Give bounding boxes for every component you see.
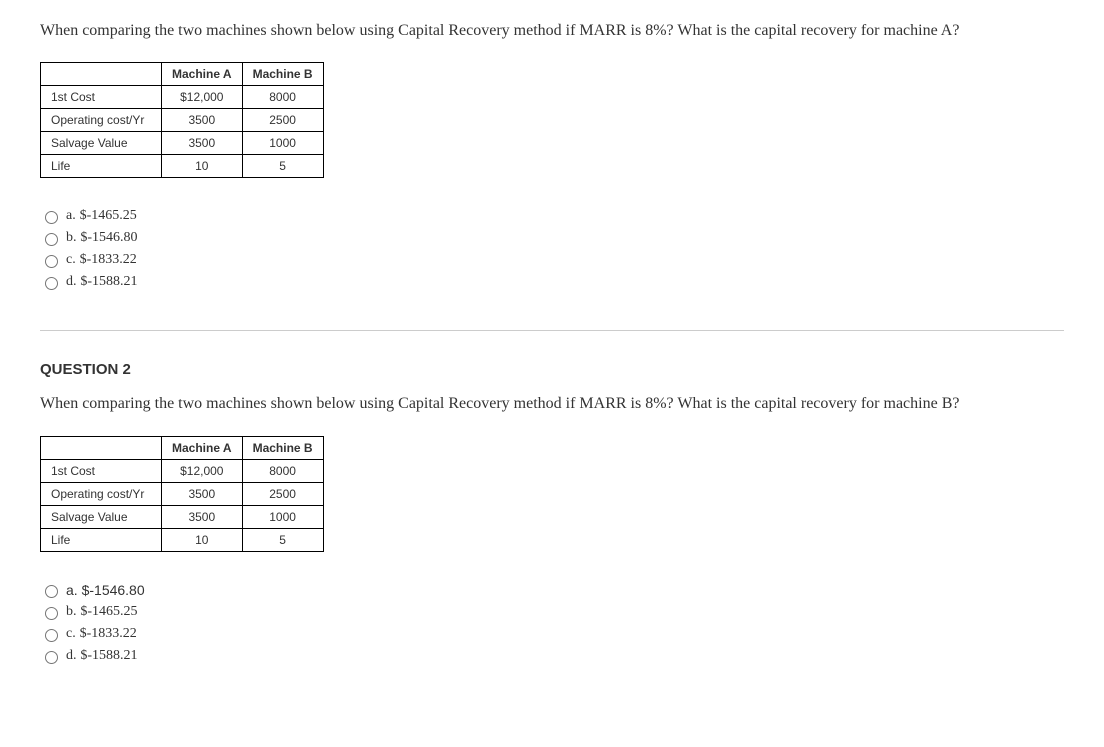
row-label: Operating cost/Yr — [41, 109, 162, 132]
table-corner — [41, 436, 162, 459]
table-corner — [41, 63, 162, 86]
radio-c[interactable] — [45, 255, 58, 268]
radio-d[interactable] — [45, 277, 58, 290]
row-label: Salvage Value — [41, 505, 162, 528]
row-label: 1st Cost — [41, 86, 162, 109]
option-a[interactable]: a. $-1546.80 — [40, 582, 1064, 598]
option-c[interactable]: c. $-1833.22 — [40, 626, 1064, 642]
cell: 8000 — [242, 86, 323, 109]
cell: 1000 — [242, 132, 323, 155]
option-text: $-1588.21 — [80, 274, 137, 290]
row-label: Salvage Value — [41, 132, 162, 155]
row-label: Operating cost/Yr — [41, 482, 162, 505]
option-b[interactable]: b. $-1546.80 — [40, 230, 1064, 246]
cell: 3500 — [162, 132, 243, 155]
table-header-b: Machine B — [242, 436, 323, 459]
option-text: $-1833.22 — [80, 626, 137, 642]
cell: 3500 — [162, 505, 243, 528]
question2-table: Machine A Machine B 1st Cost $12,000 800… — [40, 436, 324, 552]
radio-b[interactable] — [45, 607, 58, 620]
option-letter: c. — [66, 252, 76, 268]
table-row: 1st Cost $12,000 8000 — [41, 86, 324, 109]
cell: 8000 — [242, 459, 323, 482]
table-row: Life 10 5 — [41, 155, 324, 178]
table-row: Salvage Value 3500 1000 — [41, 505, 324, 528]
cell: 2500 — [242, 482, 323, 505]
radio-d[interactable] — [45, 651, 58, 664]
cell: 5 — [242, 528, 323, 551]
option-letter: d. — [66, 648, 77, 664]
radio-a[interactable] — [45, 585, 58, 598]
option-text: $-1465.25 — [80, 208, 137, 224]
option-d[interactable]: d. $-1588.21 — [40, 648, 1064, 664]
option-letter: b. — [66, 230, 77, 246]
question2-prompt: When comparing the two machines shown be… — [40, 393, 1064, 415]
row-label: 1st Cost — [41, 459, 162, 482]
option-letter: a. — [66, 582, 78, 598]
question1-prompt: When comparing the two machines shown be… — [40, 20, 1064, 42]
table-header-b: Machine B — [242, 63, 323, 86]
row-label: Life — [41, 155, 162, 178]
question2-heading: QUESTION 2 — [40, 361, 1064, 378]
radio-b[interactable] — [45, 233, 58, 246]
option-letter: c. — [66, 626, 76, 642]
cell: 5 — [242, 155, 323, 178]
cell: $12,000 — [162, 86, 243, 109]
divider — [40, 330, 1064, 331]
question1-table: Machine A Machine B 1st Cost $12,000 800… — [40, 62, 324, 178]
cell: 3500 — [162, 482, 243, 505]
table-row: Operating cost/Yr 3500 2500 — [41, 482, 324, 505]
table-header-a: Machine A — [162, 436, 243, 459]
cell: 10 — [162, 528, 243, 551]
radio-c[interactable] — [45, 629, 58, 642]
option-text: $-1546.80 — [80, 230, 137, 246]
option-d[interactable]: d. $-1588.21 — [40, 274, 1064, 290]
option-text: $-1546.80 — [82, 582, 145, 598]
option-a[interactable]: a. $-1465.25 — [40, 208, 1064, 224]
option-letter: a. — [66, 208, 76, 224]
cell: $12,000 — [162, 459, 243, 482]
radio-a[interactable] — [45, 211, 58, 224]
table-row: Salvage Value 3500 1000 — [41, 132, 324, 155]
table-row: 1st Cost $12,000 8000 — [41, 459, 324, 482]
table-header-a: Machine A — [162, 63, 243, 86]
question2-options: a. $-1546.80 b. $-1465.25 c. $-1833.22 d… — [40, 582, 1064, 664]
row-label: Life — [41, 528, 162, 551]
cell: 10 — [162, 155, 243, 178]
cell: 3500 — [162, 109, 243, 132]
option-b[interactable]: b. $-1465.25 — [40, 604, 1064, 620]
option-text: $-1588.21 — [80, 648, 137, 664]
cell: 2500 — [242, 109, 323, 132]
option-letter: d. — [66, 274, 77, 290]
table-row: Operating cost/Yr 3500 2500 — [41, 109, 324, 132]
option-c[interactable]: c. $-1833.22 — [40, 252, 1064, 268]
option-text: $-1465.25 — [80, 604, 137, 620]
option-text: $-1833.22 — [80, 252, 137, 268]
option-letter: b. — [66, 604, 77, 620]
question1-options: a. $-1465.25 b. $-1546.80 c. $-1833.22 d… — [40, 208, 1064, 290]
table-row: Life 10 5 — [41, 528, 324, 551]
cell: 1000 — [242, 505, 323, 528]
